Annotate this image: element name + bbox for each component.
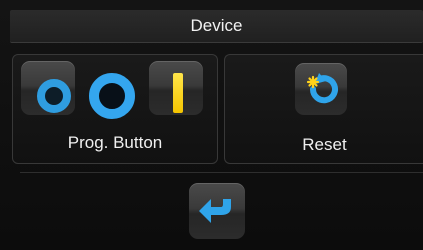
prog-button[interactable]: Prog. Button [12,54,218,164]
back-arrow-icon [199,199,231,223]
blue-ring-icon [37,79,71,113]
reset-button[interactable]: Reset [224,54,423,164]
blue-ring-icon [89,73,135,119]
reset-icon [306,73,338,104]
divider [20,172,423,173]
yellow-bar-icon [173,73,183,113]
page-title: Device [190,16,243,35]
prog-button-label: Prog. Button [67,133,163,152]
device-screen: Device Prog. Button Reset [0,0,423,250]
back-button[interactable] [189,183,245,239]
reset-button-label: Reset [302,135,347,154]
title-bar: Device [10,10,423,43]
reset-tile [295,63,347,115]
